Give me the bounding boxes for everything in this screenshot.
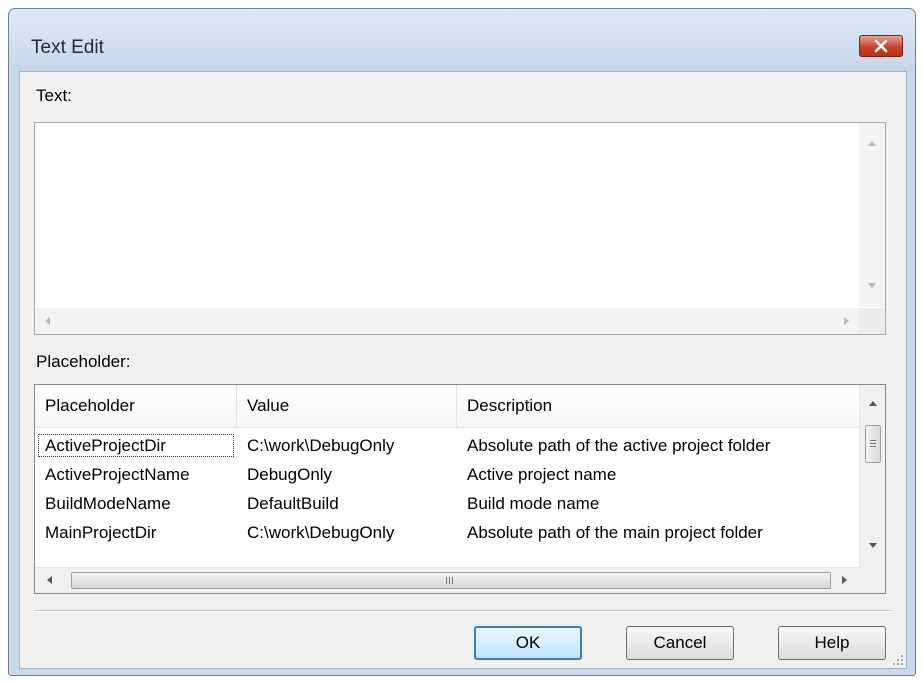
scroll-left-arrow-icon[interactable]	[47, 576, 52, 584]
column-header-placeholder[interactable]: Placeholder	[35, 385, 237, 427]
grip-line	[449, 577, 450, 584]
scroll-down-arrow-icon[interactable]	[868, 283, 876, 288]
text-label: Text:	[36, 86, 72, 105]
cell-value: C:\work\DebugOnly	[247, 436, 395, 455]
scroll-up-arrow-icon[interactable]	[868, 141, 876, 146]
scroll-left-arrow-icon[interactable]	[45, 317, 50, 325]
cell-placeholder: ActiveProjectName	[45, 465, 190, 484]
table-row[interactable]: BuildModeName DefaultBuild Build mode na…	[35, 489, 859, 518]
dialog-title: Text Edit	[31, 37, 104, 58]
placeholder-table[interactable]: Placeholder Value Description ActiveProj…	[34, 384, 886, 594]
grip-line	[870, 440, 876, 441]
cell-placeholder: MainProjectDir	[45, 523, 157, 542]
scroll-up-arrow-icon[interactable]	[869, 401, 877, 406]
scroll-right-arrow-icon[interactable]	[844, 317, 849, 325]
table-horizontal-scrollbar[interactable]	[35, 567, 859, 593]
text-edit-dialog: Text Edit Text: Placeholder: Placeholder	[8, 8, 916, 676]
table-body: ActiveProjectDir C:\work\DebugOnly Absol…	[35, 431, 859, 561]
scroll-down-arrow-icon[interactable]	[869, 543, 877, 548]
text-horizontal-scrollbar[interactable]	[35, 308, 859, 334]
resize-grip-icon[interactable]	[892, 654, 904, 666]
cell-placeholder: BuildModeName	[45, 494, 171, 513]
separator-line	[34, 610, 892, 612]
cell-description: Absolute path of the main project folder	[467, 523, 763, 542]
title-bar[interactable]: Text Edit	[9, 9, 915, 71]
cell-description: Build mode name	[467, 494, 600, 513]
cell-placeholder: ActiveProjectDir	[35, 431, 237, 460]
horizontal-scroll-thumb[interactable]	[71, 572, 831, 589]
column-header-description[interactable]: Description	[457, 385, 861, 427]
cell-description: Absolute path of the active project fold…	[467, 436, 771, 455]
cell-value: DefaultBuild	[247, 494, 339, 513]
table-row[interactable]: ActiveProjectName DebugOnly Active proje…	[35, 460, 859, 489]
column-header-value[interactable]: Value	[237, 385, 457, 427]
scroll-corner	[859, 567, 885, 593]
dialog-client-area: Text: Placeholder: Placeholder Value Des…	[19, 71, 907, 669]
close-button[interactable]	[859, 35, 903, 57]
scroll-right-arrow-icon[interactable]	[842, 576, 847, 584]
table-header: Placeholder Value Description	[35, 385, 859, 428]
cell-value: DebugOnly	[247, 465, 333, 484]
close-x-icon	[874, 39, 888, 53]
grip-line	[870, 446, 876, 447]
scroll-corner	[859, 308, 885, 334]
text-input-area[interactable]	[34, 122, 886, 335]
cell-value: C:\work\DebugOnly	[247, 523, 395, 542]
grip-line	[446, 577, 447, 584]
grip-line	[452, 577, 453, 584]
grip-line	[870, 443, 876, 444]
table-row[interactable]: ActiveProjectDir C:\work\DebugOnly Absol…	[35, 431, 859, 460]
cell-description: Active project name	[467, 465, 617, 484]
placeholder-label: Placeholder:	[36, 352, 131, 371]
ok-button[interactable]: OK	[474, 626, 582, 660]
table-row[interactable]: MainProjectDir C:\work\DebugOnly Absolut…	[35, 518, 859, 547]
cancel-button[interactable]: Cancel	[626, 626, 734, 660]
table-vertical-scrollbar[interactable]	[859, 385, 885, 568]
text-vertical-scrollbar[interactable]	[859, 123, 885, 307]
help-button[interactable]: Help	[778, 626, 886, 660]
vertical-scroll-thumb[interactable]	[865, 425, 881, 463]
